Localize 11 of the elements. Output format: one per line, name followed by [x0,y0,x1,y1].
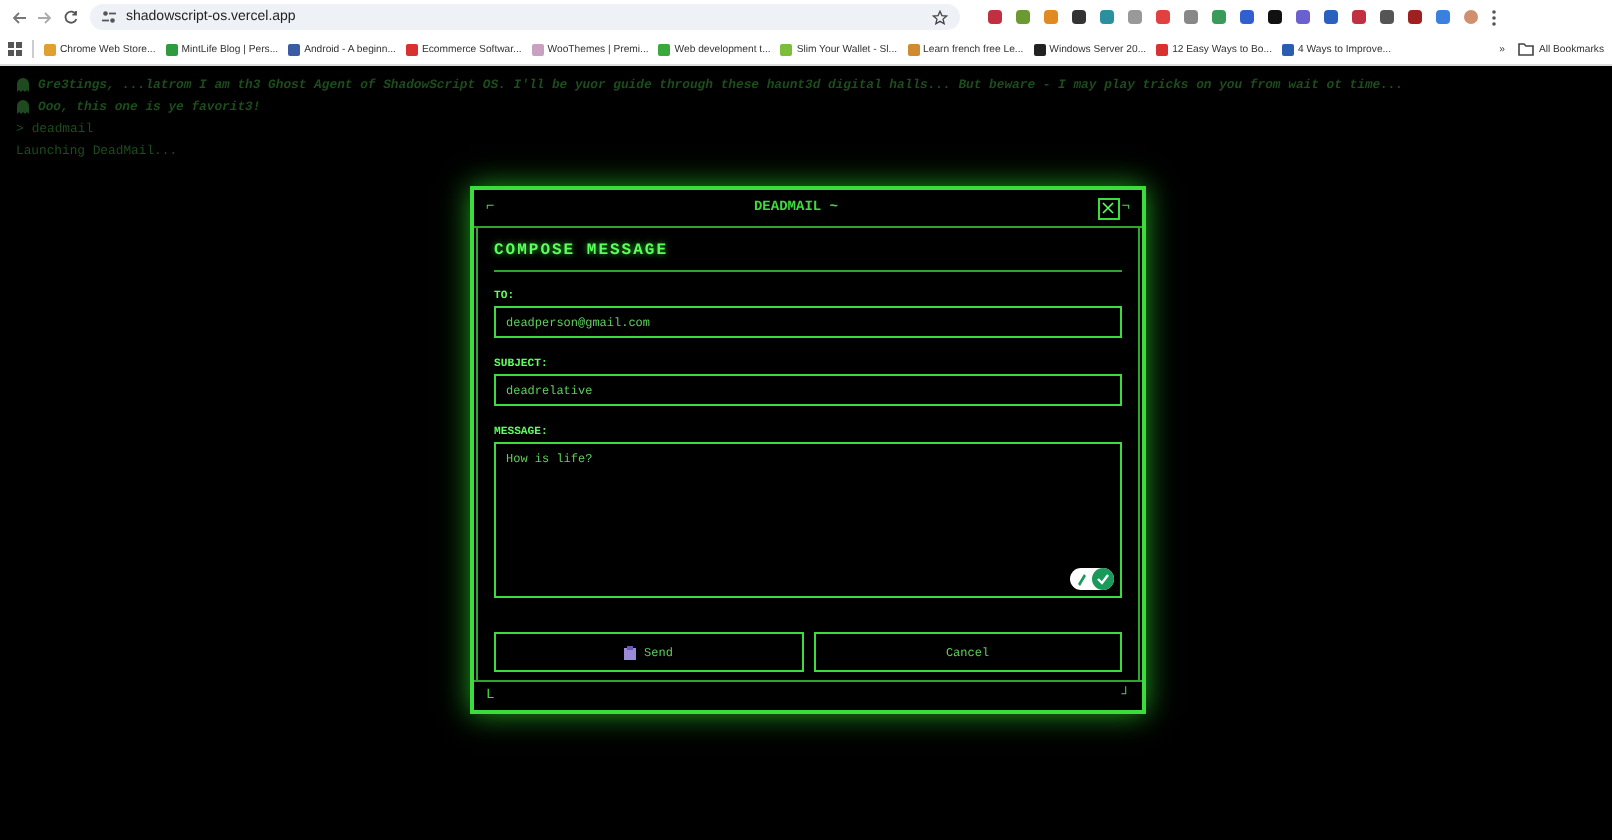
compose-heading: COMPOSE MESSAGE [494,242,671,260]
forward-icon[interactable] [38,11,52,23]
profile-avatar[interactable] [1464,10,1478,24]
back-icon[interactable] [12,11,26,23]
site-settings-icon[interactable] [102,10,116,24]
folder-icon [1518,42,1535,56]
reload-icon[interactable] [64,10,78,24]
bookmark-star-icon[interactable] [932,9,948,25]
close-button[interactable] [1097,197,1120,219]
close-icon [1102,202,1115,214]
apps-grid-icon[interactable] [8,42,22,56]
